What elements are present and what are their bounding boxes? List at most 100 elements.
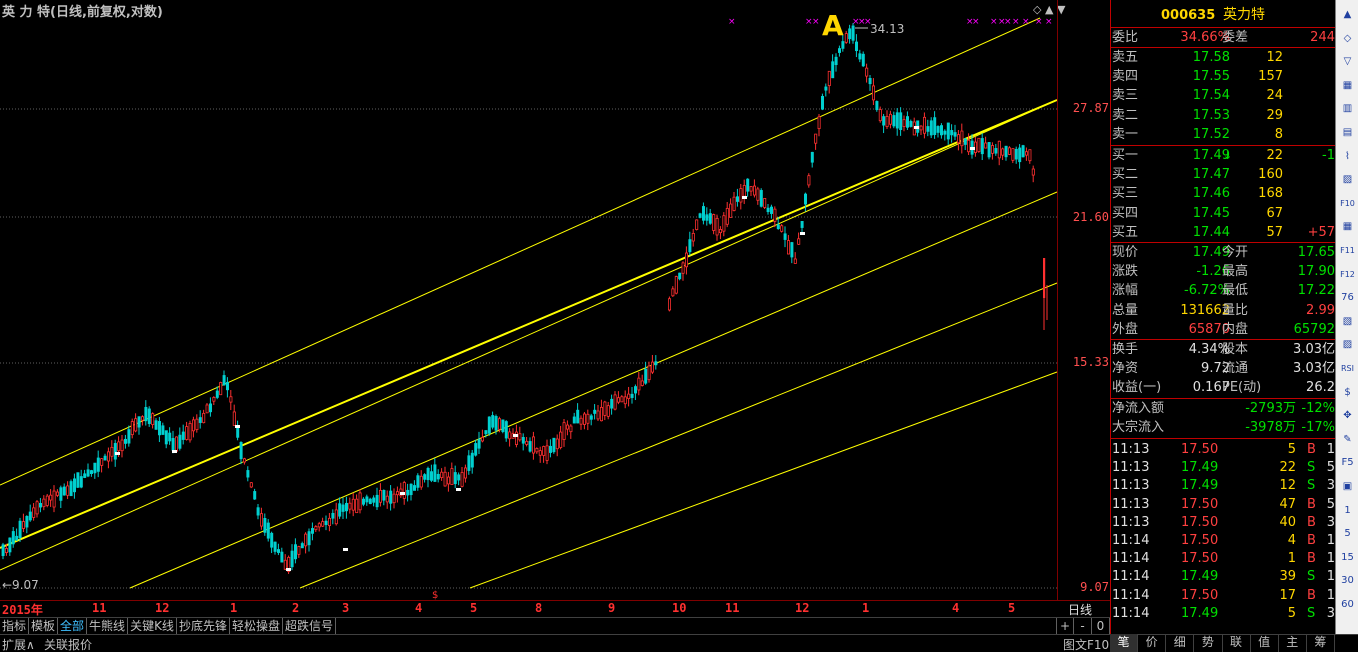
quote-row[interactable]: 外盘 65870 内盘 65792: [1111, 320, 1336, 339]
tab-oversold[interactable]: 超跌信号: [283, 618, 336, 634]
toolbar-button[interactable]: ✥: [1339, 407, 1356, 424]
candle-body: [814, 133, 818, 144]
tick-row[interactable]: 11:14 17.49 5 S 3: [1111, 604, 1336, 623]
toolbar-button[interactable]: F11: [1339, 242, 1356, 259]
toolbar-button[interactable]: ✎: [1339, 431, 1356, 448]
toolbar-button[interactable]: ▥: [1339, 100, 1356, 117]
kline-chart[interactable]: × × × × × × × × × × × × × × × $ 英 力 特(日线,前复权,对数) ◇ ▲ ▼ …: [0, 0, 1110, 601]
fund-value: 26.2: [1306, 380, 1335, 396]
toolbar-button[interactable]: F12: [1339, 266, 1356, 283]
tick-row[interactable]: 11:13 17.50 5 B 1: [1111, 440, 1336, 459]
panel-tab[interactable]: 价: [1138, 634, 1167, 652]
toolbar-button[interactable]: ⌇: [1339, 148, 1356, 165]
sell-row[interactable]: 卖一 17.52 8: [1111, 125, 1336, 144]
quote-row[interactable]: 涨跌 -1.26 最高 17.90: [1111, 262, 1336, 281]
diamond-icon[interactable]: ◇: [1033, 3, 1041, 16]
panel-tab[interactable]: 筹: [1307, 634, 1335, 652]
tab-easy-trade[interactable]: 轻松操盘: [230, 618, 283, 634]
toolbar-button[interactable]: 60: [1339, 596, 1356, 613]
tick-row[interactable]: 11:13 17.49 22 S 5: [1111, 458, 1336, 477]
fund-flow-row[interactable]: 大宗流入 -3978万 -17%: [1111, 418, 1336, 437]
sell-row[interactable]: 卖五 17.58 12: [1111, 48, 1336, 67]
toolbar-button[interactable]: $: [1339, 384, 1356, 401]
x-label: 5: [1008, 601, 1016, 615]
candle-body: [168, 432, 172, 442]
zoom-out-button[interactable]: -: [1074, 618, 1092, 634]
stock-header[interactable]: 000635 英力特: [1111, 6, 1336, 25]
quote-row[interactable]: 现价 17.49 今开 17.65: [1111, 243, 1336, 262]
candle-body: [487, 416, 491, 434]
sell-row[interactable]: 卖四 17.55 157: [1111, 67, 1336, 86]
buy-price: 17.45: [1192, 205, 1230, 221]
tick-row[interactable]: 11:13 17.49 12 S 3: [1111, 476, 1336, 495]
toolbar-button[interactable]: 1: [1339, 502, 1356, 519]
toolbar-button[interactable]: 5: [1339, 525, 1356, 542]
toolbar-button[interactable]: ▦: [1339, 218, 1356, 235]
expand-button[interactable]: 扩展∧: [2, 636, 35, 652]
panel-tab[interactable]: 主: [1279, 634, 1307, 652]
candle-body: [259, 513, 263, 527]
tick-row[interactable]: 11:14 17.49 39 S 1: [1111, 567, 1336, 586]
candle-body: [423, 474, 427, 480]
toolbar-button[interactable]: ◇: [1339, 30, 1356, 47]
tick-row[interactable]: 11:14 17.50 4 B 1: [1111, 531, 1336, 550]
panel-tab[interactable]: 联: [1223, 634, 1251, 652]
panel-tab[interactable]: 值: [1251, 634, 1279, 652]
panel-tab[interactable]: 势: [1194, 634, 1223, 652]
tick-row[interactable]: 11:14 17.50 17 B 1: [1111, 586, 1336, 605]
toolbar-button[interactable]: RSI: [1339, 360, 1356, 377]
toolbar-button[interactable]: ▲: [1339, 6, 1356, 23]
kline-chart-svg[interactable]: × × × ××× ×× × ×× × × × ×$: [0, 0, 1110, 601]
toolbar-button[interactable]: ▣: [1339, 478, 1356, 495]
period-label[interactable]: 日线: [1068, 601, 1092, 618]
tick-side: B: [1307, 514, 1316, 530]
tab-key-kline[interactable]: 关键K线: [128, 618, 177, 634]
tab-bottom-pioneer[interactable]: 抄底先锋: [177, 618, 230, 634]
buy-row[interactable]: 买四 17.45 67: [1111, 204, 1336, 223]
related-quote-button[interactable]: 关联报价: [44, 636, 92, 652]
tab-indicator[interactable]: 指标: [0, 618, 30, 634]
buy-row[interactable]: 买二 17.47 160: [1111, 165, 1336, 184]
buy-row[interactable]: 买三 17.46 168: [1111, 184, 1336, 203]
quote-row[interactable]: 总量 131662 量比 2.99: [1111, 301, 1336, 320]
weibi-row[interactable]: 委比 34.66% 委差 244: [1111, 28, 1336, 47]
fund-flow-row[interactable]: 净流入额 -2793万 -12%: [1111, 399, 1336, 418]
fundamental-row[interactable]: 净资 9.72 流通 3.03亿: [1111, 359, 1336, 378]
toolbar-button[interactable]: 30: [1339, 572, 1356, 589]
tab-bull-bear[interactable]: 牛熊线: [87, 618, 129, 634]
fundamental-row[interactable]: 收益(一) 0.167 PE(动) 26.2: [1111, 378, 1336, 397]
buy-row[interactable]: 买一 17.49 ↓ 22 -1: [1111, 146, 1336, 165]
quote-row[interactable]: 涨幅 -6.72% 最低 17.22: [1111, 281, 1336, 300]
toolbar-button[interactable]: 76: [1339, 289, 1356, 306]
toolbar-button[interactable]: ▤: [1339, 124, 1356, 141]
sell-row[interactable]: 卖三 17.54 24: [1111, 86, 1336, 105]
tab-all[interactable]: 全部: [58, 618, 88, 634]
toolbar-button[interactable]: F5: [1339, 454, 1356, 471]
sell-row[interactable]: 卖二 17.53 29: [1111, 106, 1336, 125]
panel-tab[interactable]: 笔: [1110, 634, 1139, 652]
fundamental-row[interactable]: 换手 4.34% 股本 3.03亿: [1111, 340, 1336, 359]
tab-template[interactable]: 模板: [29, 618, 59, 634]
candle-body: [780, 225, 784, 232]
up-arrow-icon[interactable]: ▲: [1045, 3, 1053, 16]
toolbar-button[interactable]: ▦: [1339, 77, 1356, 94]
toolbar-button[interactable]: ▧: [1339, 313, 1356, 330]
doji-marker: [400, 492, 405, 495]
sell-volume: 24: [1266, 88, 1283, 104]
zoom-reset-button[interactable]: 0: [1092, 618, 1110, 634]
tick-row[interactable]: 11:13 17.50 40 B 3: [1111, 513, 1336, 532]
panel-tab[interactable]: 细: [1166, 634, 1195, 652]
quote-value: 65792: [1293, 321, 1335, 337]
tick-row[interactable]: 11:14 17.50 1 B 1: [1111, 549, 1336, 568]
f10-button[interactable]: 图文F10: [1063, 636, 1109, 652]
buy-row[interactable]: 买五 17.44 57 +57: [1111, 223, 1336, 242]
toolbar-button[interactable]: 15: [1339, 549, 1356, 566]
tick-time: 11:14: [1112, 533, 1150, 548]
toolbar-button[interactable]: ▨: [1339, 171, 1356, 188]
toolbar-button[interactable]: F10: [1339, 195, 1356, 212]
toolbar-button[interactable]: ▽: [1339, 53, 1356, 70]
zoom-in-button[interactable]: +: [1056, 618, 1074, 634]
candle-body: [715, 218, 719, 236]
toolbar-button[interactable]: ▨: [1339, 336, 1356, 353]
tick-row[interactable]: 11:13 17.50 47 B 5: [1111, 495, 1336, 514]
